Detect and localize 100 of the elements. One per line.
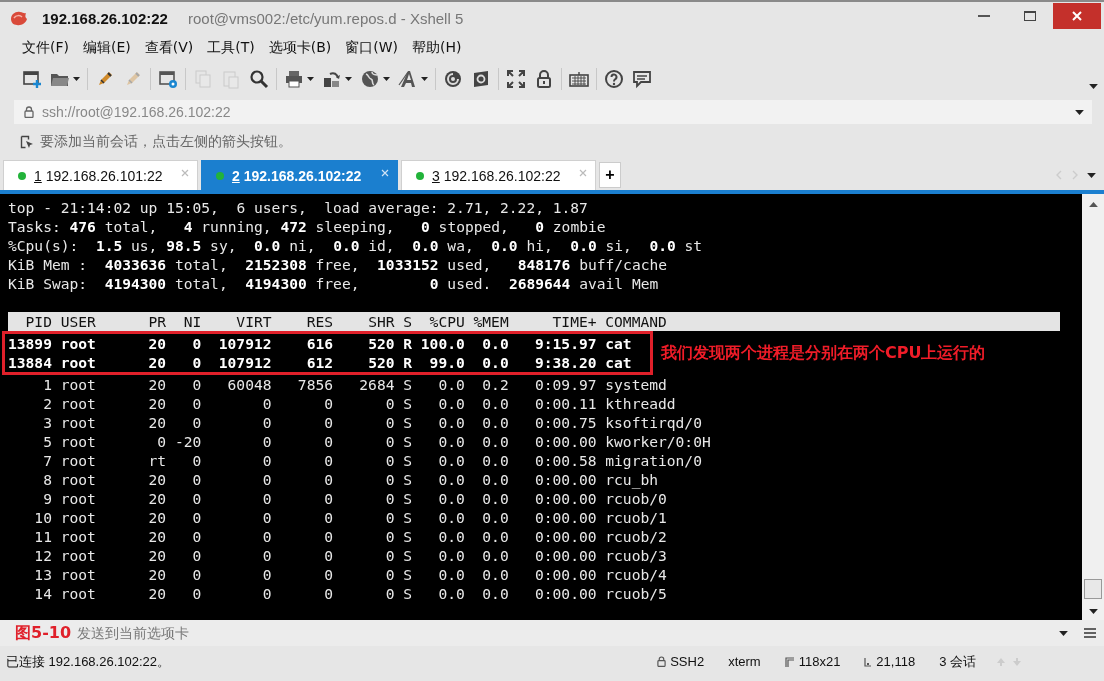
- table-cell-text: root: [60, 565, 97, 584]
- close-icon: [1071, 10, 1083, 22]
- table-cell-text: 0: [323, 451, 333, 470]
- table-cell-text: 0: [191, 584, 202, 603]
- table-cell-text: 0: [323, 546, 333, 565]
- table-cell-text: 0:00.00: [534, 470, 597, 489]
- table-cell-text: 0.0: [481, 565, 509, 584]
- table-cell-text: 0: [323, 508, 333, 527]
- table-cell-text: 3: [42, 413, 52, 432]
- table-cell-text: 0.0: [481, 489, 509, 508]
- status-dot-icon: [18, 171, 26, 180]
- font-icon: [398, 69, 418, 89]
- table-cell: kthreadd: [605, 394, 676, 413]
- table-cell-text: 0:00.00: [534, 527, 597, 546]
- terminal-size: 118x21: [798, 654, 841, 669]
- table-cell: S: [403, 413, 413, 432]
- scrollbar[interactable]: [1082, 194, 1104, 620]
- new-session-icon: [22, 69, 42, 89]
- table-cell-text: 0: [384, 470, 395, 489]
- table-cell-text: 0.0: [481, 394, 509, 413]
- app-logo-icon: [8, 9, 30, 27]
- swirl-icon: [443, 69, 463, 89]
- table-cell-text: root: [60, 546, 97, 565]
- table-cell-text: 0:00.11: [534, 394, 597, 413]
- session-tab[interactable]: 3 192.168.26.102:22: [401, 160, 596, 190]
- table-cell-text: 0:00.00: [534, 565, 597, 584]
- lock-icon: [534, 69, 554, 89]
- caret-icon[interactable]: [1087, 173, 1096, 178]
- table-cell-text: 0: [323, 432, 333, 451]
- table-cell-text: 0.0: [481, 546, 509, 565]
- table-cell-text: 0: [261, 394, 272, 413]
- table-cell-text: 0: [191, 353, 202, 372]
- table-cell-text: 0: [384, 451, 395, 470]
- menu-item[interactable]: 窗口(W): [345, 37, 399, 59]
- table-cell: rcuob/4: [605, 565, 667, 584]
- table-cell: S: [403, 508, 413, 527]
- table-cell-text: 0: [384, 508, 395, 527]
- menu-icon[interactable]: [1084, 628, 1096, 638]
- close-button[interactable]: [1053, 3, 1101, 29]
- table-cell-text: 2: [42, 394, 52, 413]
- table-cell-text: 0:00.00: [534, 432, 597, 451]
- table-cell: 13899: [8, 334, 52, 353]
- session-tab[interactable]: 1 192.168.26.101:22: [3, 160, 198, 190]
- table-cell-text: 107912: [217, 353, 272, 372]
- window-title: 192.168.26.102:22: [42, 9, 168, 27]
- table-cell-text: root: [60, 508, 97, 527]
- menu-item[interactable]: 工具(T): [207, 37, 255, 59]
- hint-text: 要添加当前会话，点击左侧的箭头按钮。: [40, 133, 292, 151]
- table-cell-text: root: [60, 470, 97, 489]
- scroll-thumb[interactable]: [1084, 579, 1102, 599]
- menu-item[interactable]: 文件(F): [22, 37, 69, 59]
- caret-icon[interactable]: [1089, 83, 1098, 89]
- scroll-up-icon[interactable]: [1088, 202, 1098, 207]
- menu-item[interactable]: 帮助(H): [412, 37, 462, 59]
- table-cell-text: 0: [384, 584, 395, 603]
- size-icon: [784, 656, 795, 667]
- annotation-text: 我们发现两个进程是分别在两个CPU上运行的: [661, 342, 986, 364]
- table-cell-text: 0: [323, 394, 333, 413]
- menu-item[interactable]: 编辑(E): [83, 37, 131, 59]
- table-cell-text: 0: [384, 413, 395, 432]
- table-cell-text: 7856: [296, 375, 333, 394]
- caret-icon: [345, 77, 352, 81]
- close-icon[interactable]: [381, 169, 389, 177]
- keyboard-icon: [569, 69, 589, 89]
- table-cell-text: 12: [33, 546, 52, 565]
- terminal-line: Tasks: 476 total, 4 running, 472 sleeping, 0 stopped, 0 zombie: [8, 217, 607, 236]
- table-cell-text: 0: [384, 527, 395, 546]
- table-cell-text: 0.0: [437, 394, 465, 413]
- table-cell-text: 0:00.75: [534, 413, 597, 432]
- column-header: PID: [24, 312, 52, 331]
- table-cell-text: 20: [147, 470, 167, 489]
- table-cell-text: 0.0: [437, 375, 465, 394]
- table-cell-text: 0: [384, 432, 395, 451]
- add-tab-button[interactable]: +: [599, 162, 621, 188]
- globe-icon: [360, 69, 380, 89]
- table-cell: systemd: [605, 375, 667, 394]
- table-cell-text: 20: [147, 489, 167, 508]
- table-cell-text: 9:38.20: [534, 353, 597, 372]
- scroll-down-icon[interactable]: [1088, 609, 1098, 614]
- menu-item[interactable]: 查看(V): [144, 37, 194, 59]
- table-cell-text: root: [60, 413, 97, 432]
- table-cell-text: 20: [147, 565, 167, 584]
- table-cell-text: 0: [323, 565, 333, 584]
- session-tab[interactable]: 2 192.168.26.102:22: [201, 160, 398, 190]
- table-cell: kworker/0:0H: [605, 432, 711, 451]
- table-cell-text: 0: [191, 375, 202, 394]
- table-cell: S: [403, 584, 413, 603]
- table-cell-text: 0: [261, 584, 272, 603]
- arrow-icon[interactable]: [20, 135, 34, 149]
- table-cell-text: 0: [191, 451, 202, 470]
- caret-icon[interactable]: [1059, 630, 1068, 636]
- table-cell: rcuob/3: [605, 546, 667, 565]
- table-cell-text: 20: [147, 394, 167, 413]
- folder-swirl-icon: [471, 69, 491, 89]
- table-cell-text: 0.2: [481, 375, 509, 394]
- table-cell-text: 0: [261, 489, 272, 508]
- menu-item[interactable]: 选项卡(B): [268, 37, 332, 59]
- lock-icon: [657, 656, 667, 667]
- table-cell-text: 0.0: [437, 565, 465, 584]
- table-cell-text: 0.0: [481, 470, 509, 489]
